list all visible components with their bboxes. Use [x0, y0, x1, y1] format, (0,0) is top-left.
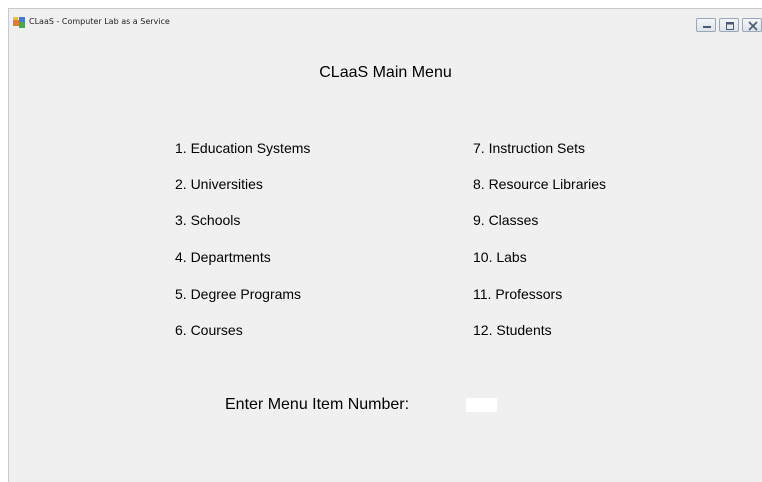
menu-item-schools: 3. Schools	[175, 212, 241, 228]
menu-item-education-systems: 1. Education Systems	[175, 140, 311, 156]
menu-item-resource-libraries: 8. Resource Libraries	[473, 176, 607, 192]
menu-item-courses: 6. Courses	[175, 322, 243, 338]
menu-item-universities: 2. Universities	[175, 176, 263, 192]
app-window: CLaaS - Computer Lab as a Service CLaaS …	[8, 8, 762, 482]
main-menu-title: CLaaS Main Menu	[319, 64, 452, 81]
maximize-icon	[726, 22, 734, 30]
app-icon	[13, 17, 25, 28]
menu-number-label: Enter Menu Item Number:	[225, 396, 410, 413]
menu-item-students: 12. Students	[473, 322, 552, 338]
menu-item-classes: 9. Classes	[473, 212, 539, 228]
maximize-button[interactable]	[719, 18, 739, 32]
title-bar[interactable]: CLaaS - Computer Lab as a Service	[9, 9, 762, 36]
menu-item-departments: 4. Departments	[175, 249, 271, 265]
window-title: CLaaS - Computer Lab as a Service	[29, 17, 170, 26]
menu-number-input[interactable]	[466, 398, 497, 412]
menu-item-professors: 11. Professors	[473, 286, 563, 302]
menu-item-instruction-sets: 7. Instruction Sets	[473, 140, 586, 156]
close-button[interactable]	[742, 18, 762, 32]
minimize-button[interactable]	[696, 18, 716, 32]
menu-item-labs: 10. Labs	[473, 249, 527, 265]
menu-item-degree-programs: 5. Degree Programs	[175, 286, 302, 302]
close-icon	[748, 21, 758, 31]
minimize-icon	[703, 26, 711, 28]
window-controls	[696, 18, 762, 32]
